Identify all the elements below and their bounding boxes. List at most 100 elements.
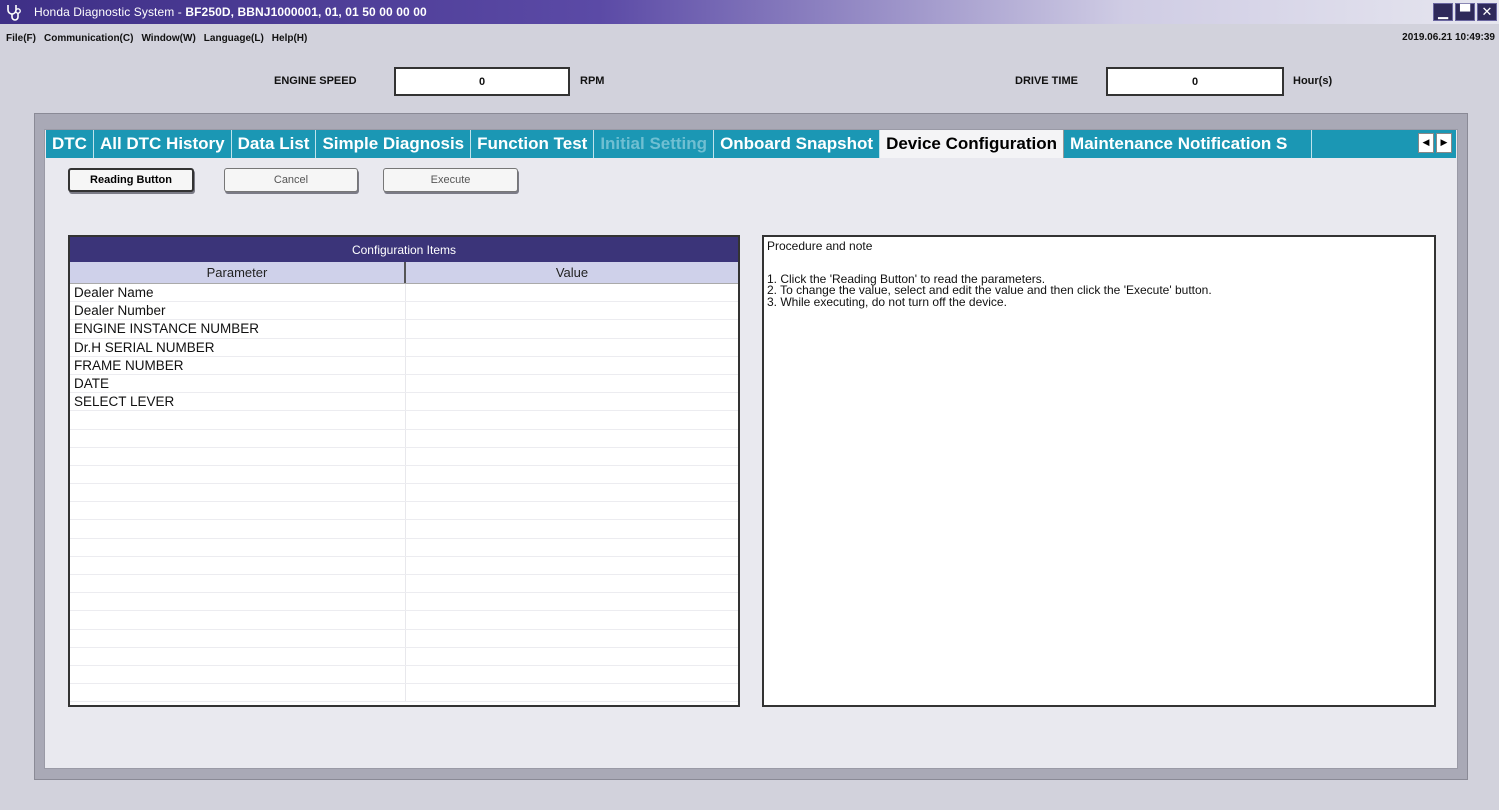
value-cell[interactable] <box>406 557 738 574</box>
table-row[interactable] <box>70 429 738 448</box>
tab-simple-diagnosis[interactable]: Simple Diagnosis <box>316 130 472 158</box>
close-icon: ✕ <box>1481 4 1493 20</box>
tab-dtc[interactable]: DTC <box>46 130 94 158</box>
value-cell[interactable] <box>406 520 738 537</box>
tab-function-test[interactable]: Function Test <box>471 130 595 158</box>
value-cell[interactable] <box>406 302 738 319</box>
menu-window[interactable]: Window(W) <box>141 33 195 44</box>
value-cell[interactable] <box>406 648 738 665</box>
value-cell[interactable] <box>406 575 738 592</box>
parameter-cell <box>70 665 406 684</box>
table-row[interactable]: SELECT LEVER <box>70 393 738 412</box>
table-row[interactable] <box>70 575 738 594</box>
cancel-button[interactable]: Cancel <box>224 168 358 192</box>
parameter-cell: Dealer Number <box>70 302 406 320</box>
engine-speed-label: ENGINE SPEED <box>274 75 357 87</box>
menu-file[interactable]: File(F) <box>6 33 36 44</box>
menu-bar: File(F) Communication(C) Window(W) Langu… <box>0 26 1499 50</box>
close-button[interactable]: ✕ <box>1477 3 1497 21</box>
minimize-icon: ▁ <box>1438 4 1448 20</box>
table-row[interactable] <box>70 411 738 430</box>
parameter-cell: Dr.H SERIAL NUMBER <box>70 338 406 356</box>
value-cell[interactable] <box>406 593 738 610</box>
table-row[interactable] <box>70 447 738 466</box>
table-row[interactable] <box>70 465 738 485</box>
table-row[interactable] <box>70 556 738 575</box>
table-row[interactable]: FRAME NUMBER <box>70 356 738 375</box>
table-row[interactable] <box>70 520 738 539</box>
parameter-cell <box>70 647 406 665</box>
table-row[interactable] <box>70 538 738 557</box>
note-line: 3. While executing, do not turn off the … <box>767 294 1007 309</box>
tab-maintenance-notification[interactable]: Maintenance Notification S <box>1064 130 1313 158</box>
parameter-cell <box>70 484 406 502</box>
table-row[interactable]: Dealer Number <box>70 302 738 321</box>
value-cell[interactable] <box>406 630 738 647</box>
stethoscope-icon <box>4 2 26 22</box>
table-row[interactable] <box>70 647 738 666</box>
tab-initial-setting: Initial Setting <box>594 130 715 158</box>
reading-button[interactable]: Reading Button <box>68 168 194 192</box>
parameter-cell <box>70 502 406 520</box>
table-row[interactable]: Dr.H SERIAL NUMBER <box>70 338 738 357</box>
table-row[interactable]: ENGINE INSTANCE NUMBER <box>70 320 738 339</box>
window-title-detail: BF250D, BBNJ1000001, 01, 01 50 00 00 00 <box>185 5 427 19</box>
value-cell[interactable] <box>406 393 738 410</box>
parameter-cell <box>70 465 406 484</box>
tab-data-list[interactable]: Data List <box>231 130 317 158</box>
table-row[interactable] <box>70 684 738 703</box>
value-cell[interactable] <box>406 375 738 392</box>
value-cell[interactable] <box>406 284 738 301</box>
value-cell[interactable] <box>406 320 738 337</box>
configuration-table: Configuration Items Parameter Value Deal… <box>68 235 740 707</box>
menu-language[interactable]: Language(L) <box>204 33 264 44</box>
menu-communication[interactable]: Communication(C) <box>44 33 133 44</box>
window-title-prefix: Honda Diagnostic System - <box>34 5 186 19</box>
window-controls: ▁ ▀ ✕ <box>1433 0 1499 24</box>
value-cell[interactable] <box>406 484 738 501</box>
value-cell[interactable] <box>406 666 738 683</box>
table-row[interactable] <box>70 665 738 685</box>
arrow-right-icon: ▶ <box>1440 138 1448 148</box>
tab-all-dtc-history[interactable]: All DTC History <box>93 130 232 158</box>
parameter-cell <box>70 629 406 647</box>
tab-scroll-left-button[interactable]: ◀ <box>1418 133 1434 153</box>
tab-onboard-snapshot[interactable]: Onboard Snapshot <box>714 130 881 158</box>
table-row[interactable] <box>70 611 738 630</box>
column-header-parameter[interactable]: Parameter <box>70 262 406 283</box>
table-row[interactable]: DATE <box>70 374 738 394</box>
value-cell[interactable] <box>406 611 738 628</box>
tab-scroll-right-button[interactable]: ▶ <box>1436 133 1452 153</box>
maximize-button[interactable]: ▀ <box>1455 3 1475 21</box>
menu-help[interactable]: Help(H) <box>272 33 308 44</box>
value-cell[interactable] <box>406 502 738 519</box>
configuration-table-column-headers: Parameter Value <box>70 262 738 284</box>
table-row[interactable] <box>70 593 738 612</box>
tab-bar: DTC All DTC History Data List Simple Dia… <box>46 130 1456 158</box>
notes-title: Procedure and note <box>767 239 873 253</box>
value-cell[interactable] <box>406 430 738 447</box>
value-cell[interactable] <box>406 357 738 374</box>
table-row[interactable] <box>70 484 738 503</box>
value-cell[interactable] <box>406 684 738 701</box>
execute-button[interactable]: Execute <box>383 168 518 192</box>
table-row[interactable] <box>70 629 738 648</box>
value-cell[interactable] <box>406 539 738 556</box>
drive-time-value: 0 <box>1106 67 1284 96</box>
value-cell[interactable] <box>406 448 738 465</box>
engine-speed-unit: RPM <box>580 75 605 87</box>
parameter-cell <box>70 611 406 629</box>
column-header-value[interactable]: Value <box>406 262 738 283</box>
drive-time-label: DRIVE TIME <box>1015 75 1078 87</box>
clock: 2019.06.21 10:49:39 <box>1402 32 1495 43</box>
value-cell[interactable] <box>406 466 738 483</box>
value-cell[interactable] <box>406 339 738 356</box>
table-row[interactable] <box>70 502 738 521</box>
value-cell[interactable] <box>406 411 738 428</box>
table-row[interactable]: Dealer Name <box>70 284 738 303</box>
tab-device-configuration[interactable]: Device Configuration <box>880 130 1065 158</box>
arrow-left-icon: ◀ <box>1422 138 1430 148</box>
minimize-button[interactable]: ▁ <box>1433 3 1453 21</box>
parameter-cell <box>70 447 406 465</box>
parameter-cell: ENGINE INSTANCE NUMBER <box>70 320 406 338</box>
